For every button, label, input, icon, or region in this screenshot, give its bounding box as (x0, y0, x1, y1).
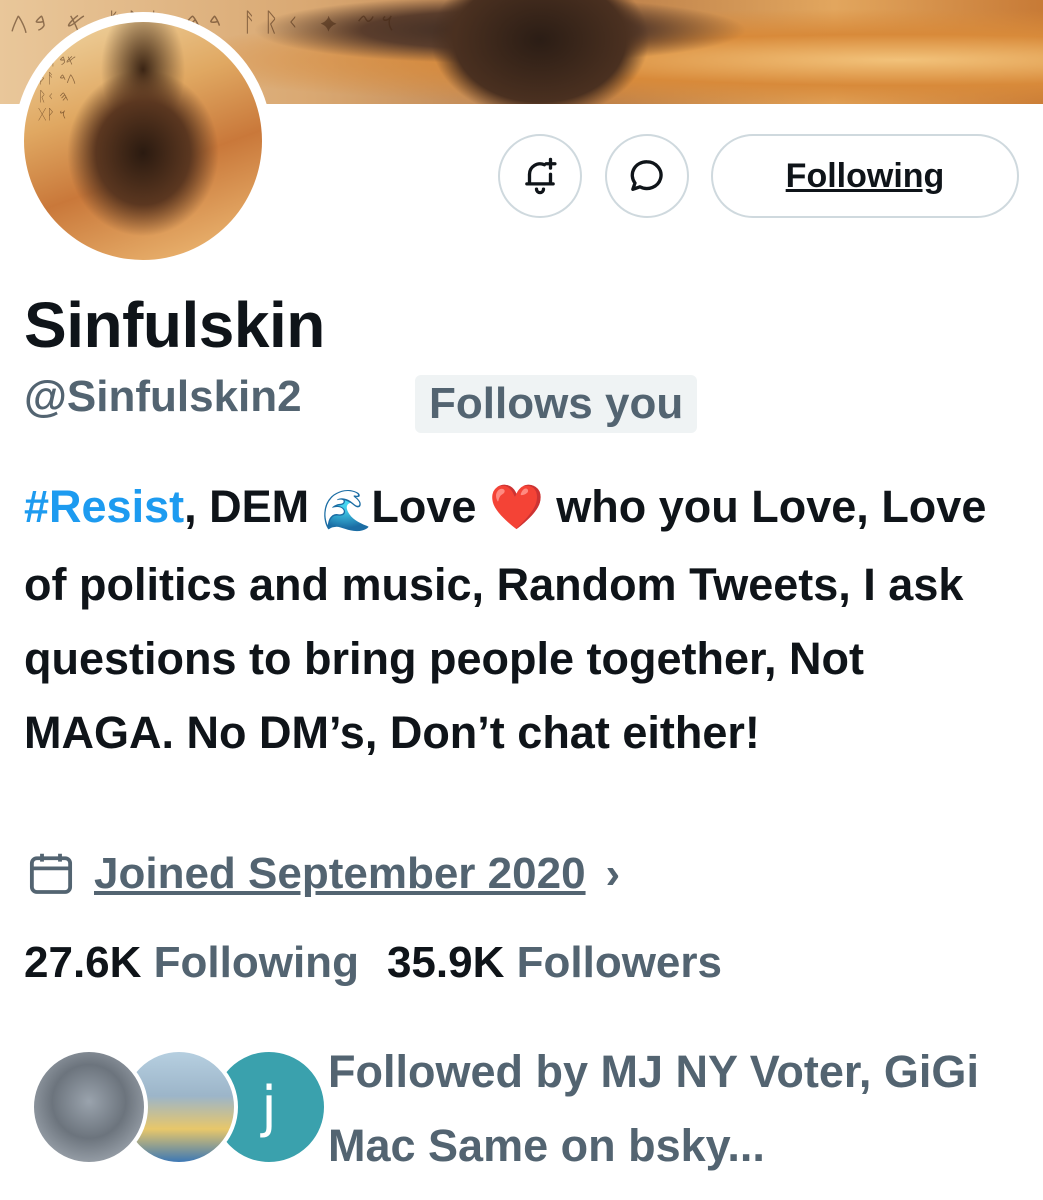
bell-plus-icon (525, 157, 557, 195)
followers-stat[interactable]: 35.9K Followers (387, 938, 722, 988)
followed-by-text[interactable]: Followed by MJ NY Voter, GiGi Mac Same o… (328, 1035, 1028, 1183)
followers-label: Followers (516, 938, 722, 987)
cat-avatar (30, 1048, 148, 1166)
calendar-icon (29, 853, 73, 894)
chat-bubble-icon (630, 160, 663, 191)
banner-figure (430, 0, 650, 104)
bio-text: Love (371, 481, 489, 532)
bio-text: who you (543, 481, 739, 532)
followers-count: 35.9K (386, 938, 505, 987)
avatar-glyphs: ᚠᚢ 𐤀𐤁 ᚦᚨ 𐤂𐤃 ᚱᚲ 𐤄 ᚷᚹ 𐤅 (38, 53, 77, 123)
user-handle: @Sinfulskin2 (24, 372, 302, 421)
message-button[interactable] (605, 134, 689, 218)
avatar-image: ᚠᚢ 𐤀𐤁 ᚦᚨ 𐤂𐤃 ᚱᚲ 𐤄 ᚷᚹ 𐤅 (24, 22, 262, 260)
joined-date[interactable]: Joined September 2020 (94, 849, 586, 899)
chevron-right-icon: › (605, 849, 621, 898)
display-name: Sinfulskin (24, 289, 325, 361)
follow-stats: 27.6K Following 35.9K Followers (24, 938, 722, 988)
bio-text: , DEM (184, 481, 322, 532)
following-count: 27.6K (24, 938, 142, 987)
follows-you-badge: Follows you (415, 375, 698, 433)
followed-by-avatars[interactable]: j (30, 1048, 328, 1168)
following-button[interactable]: Following (711, 134, 1019, 218)
joined-date-row[interactable]: Joined September 2020 › (24, 842, 620, 906)
profile-bio: #Resist, DEM 🌊Love ❤️ who you Love, Love… (24, 470, 1024, 770)
notify-button[interactable] (498, 134, 582, 218)
following-stat[interactable]: 27.6K Following (24, 938, 359, 988)
profile-avatar[interactable]: ᚠᚢ 𐤀𐤁 ᚦᚨ 𐤂𐤃 ᚱᚲ 𐤄 ᚷᚹ 𐤅 (14, 12, 272, 270)
following-label: Following (153, 938, 359, 987)
heart-emoji: ❤️ (488, 483, 544, 532)
hashtag-link[interactable]: #Resist (24, 481, 184, 532)
wave-emoji: 🌊 (321, 489, 372, 533)
